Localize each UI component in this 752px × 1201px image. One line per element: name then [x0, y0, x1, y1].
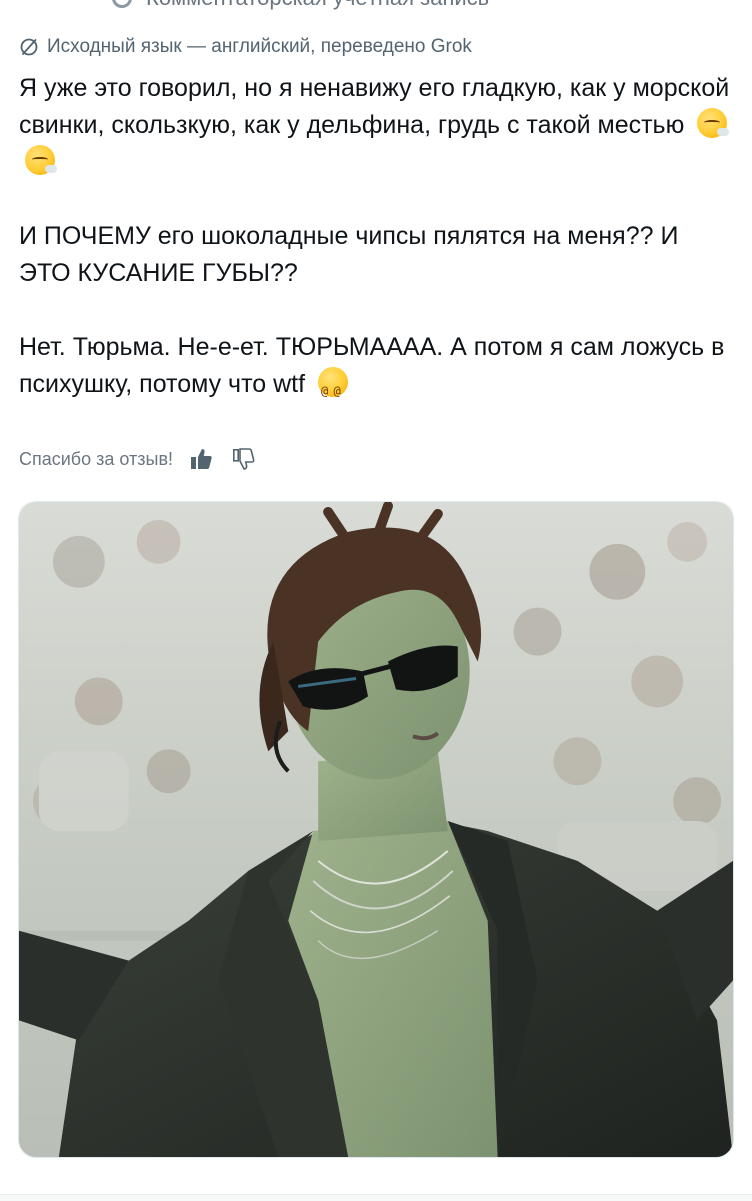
face-exhaling-emoji — [25, 145, 57, 175]
tweet-paragraph-3: Нет. Тюрьма. Не-е-ет. ТЮРЬМАААА. А потом… — [19, 329, 734, 410]
thumbs-up-button[interactable] — [187, 445, 215, 473]
header-cut-text: Комментаторская учётная запись — [146, 0, 489, 10]
feedback-row: Спасибо за отзыв! — [19, 444, 257, 474]
account-icon — [112, 0, 132, 8]
thumbs-up-icon — [191, 449, 212, 469]
translation-note-text: Исходный язык — английский, переведено G… — [47, 36, 472, 57]
tweet-paragraph-2: И ПОЧЕМУ его шоколадные чипсы пялятся на… — [19, 222, 679, 287]
dizzy-face-emoji — [318, 367, 348, 410]
face-exhaling-emoji — [697, 108, 730, 138]
thumbs-down-button[interactable] — [229, 445, 257, 473]
tweet-photo[interactable] — [18, 501, 734, 1158]
tweet-paragraph-1: Я уже это говорил, но я ненавижу его гла… — [19, 70, 734, 181]
concert-photo-illustration — [19, 502, 733, 1157]
tweet-text: Я уже это говорил, но я ненавижу его гла… — [19, 70, 734, 410]
header-cut-off-row: Комментаторская учётная запись — [0, 0, 752, 10]
tweet-paragraph-1-text: Я уже это говорил, но я ненавижу его гла… — [19, 74, 730, 139]
feedback-label: Спасибо за отзыв! — [19, 448, 174, 469]
translation-note: Исходный язык — английский, переведено G… — [19, 34, 472, 60]
translate-slash-icon — [20, 38, 38, 56]
thumbs-down-icon — [233, 448, 255, 470]
tweet-paragraph-3-text: Нет. Тюрьма. Не-е-ет. ТЮРЬМАААА. А потом… — [19, 333, 725, 398]
